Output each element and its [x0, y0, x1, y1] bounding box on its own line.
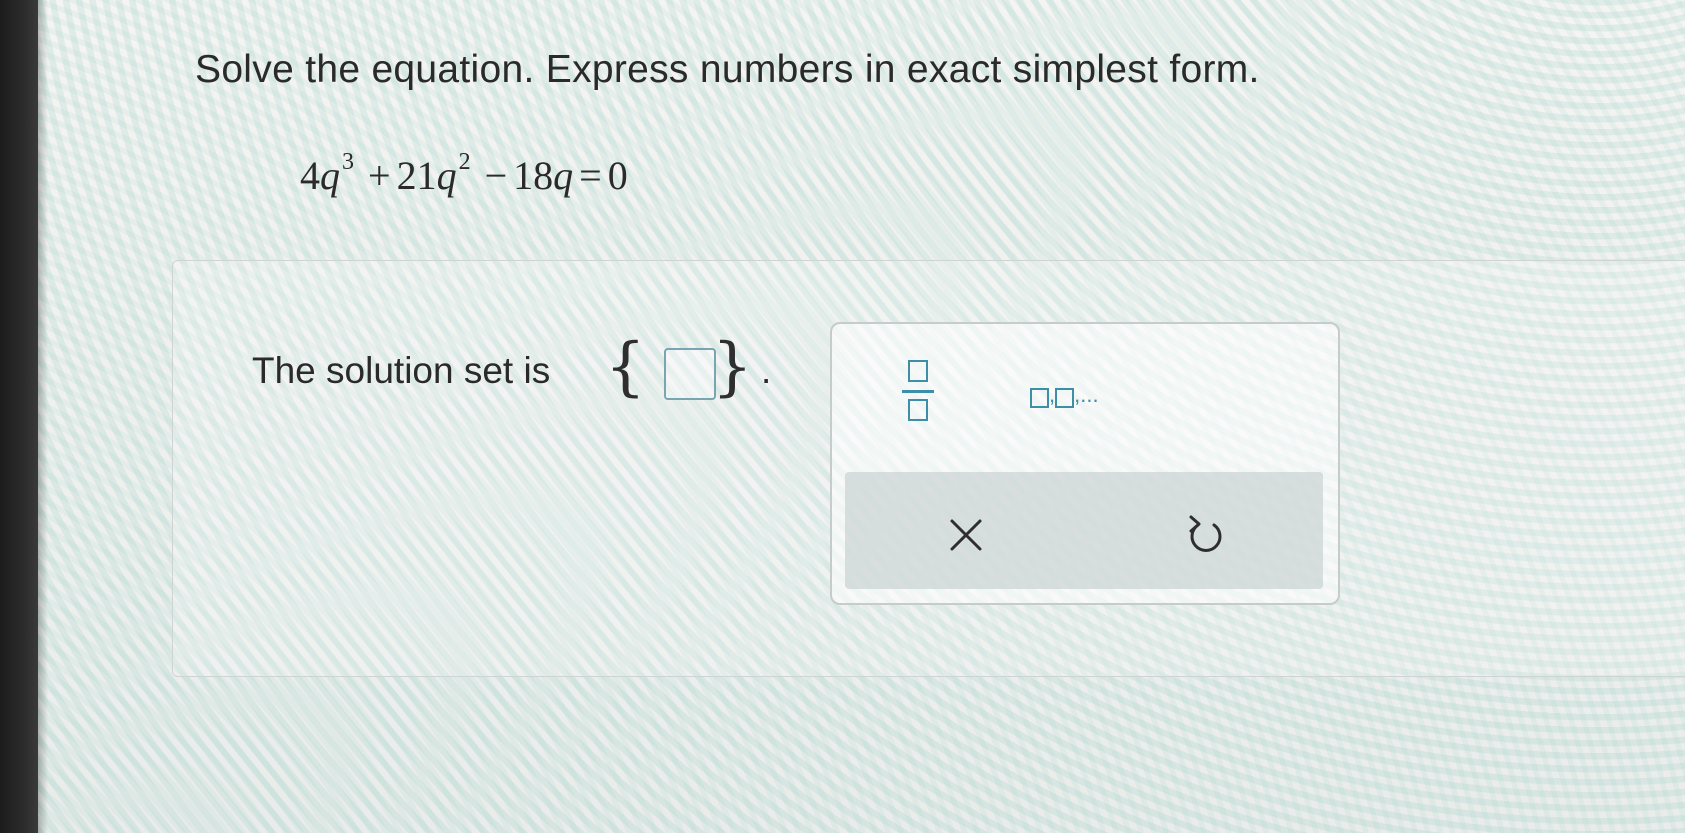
minus-operator: − [484, 153, 508, 198]
list-ellipsis: ,... [1074, 382, 1099, 407]
right-hand-side: 0 [607, 153, 628, 198]
equation: 4q3 +21q2−18q = 0 [300, 148, 628, 199]
numerator-box-icon [908, 360, 928, 382]
exponent-2: 2 [458, 148, 471, 175]
solution-set-label: The solution set is [252, 350, 551, 391]
variable: q [436, 153, 457, 198]
fraction-bar-icon [902, 390, 934, 393]
open-brace: { [605, 330, 646, 404]
term1-coefficient: 4 [300, 153, 320, 198]
plus-operator: + [368, 153, 391, 198]
variable: q [553, 153, 574, 198]
monitor-bezel [0, 0, 38, 833]
list-box-icon [1030, 388, 1049, 408]
term3-coefficient: 18 [513, 153, 554, 198]
x-icon [950, 519, 982, 551]
undo-icon [1189, 515, 1222, 552]
period: . [761, 350, 772, 391]
palette-actions-bar [845, 472, 1323, 589]
undo-button[interactable] [1176, 505, 1236, 565]
term2-coefficient: 21 [396, 153, 437, 198]
equals-sign: = [579, 153, 602, 198]
question-instruction: Solve the equation. Express numbers in e… [195, 48, 1260, 91]
clear-button[interactable] [936, 505, 996, 565]
bezel-shadow [38, 0, 48, 833]
fraction-icon[interactable] [898, 352, 938, 432]
exponent-3: 3 [342, 148, 354, 175]
variable: q [320, 153, 340, 198]
list-box-icon [1055, 388, 1075, 408]
solution-input[interactable] [664, 348, 716, 400]
denominator-box-icon [908, 399, 928, 421]
close-brace: } [712, 330, 753, 404]
list-icon[interactable]: ,,... [1030, 382, 1099, 412]
